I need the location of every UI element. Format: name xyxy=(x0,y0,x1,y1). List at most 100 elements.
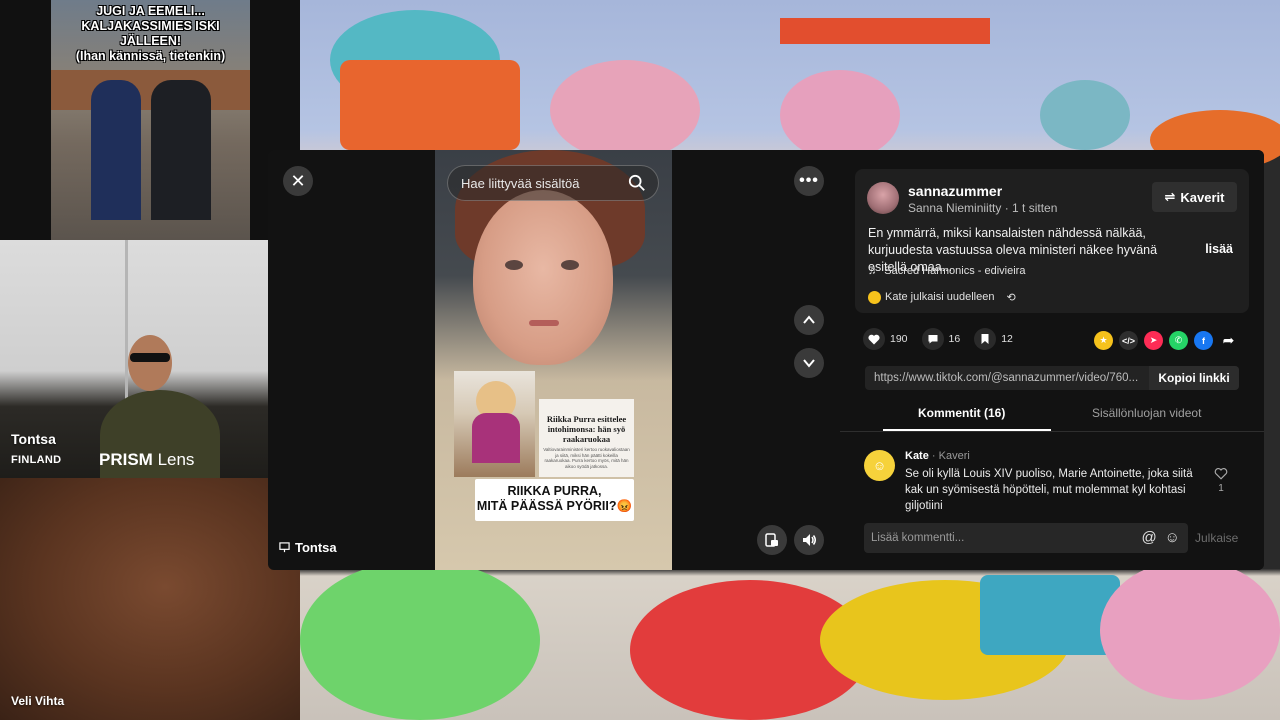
blue-jar xyxy=(980,575,1120,655)
active-tab-indicator xyxy=(883,429,1051,431)
whatsapp-icon[interactable]: ✆ xyxy=(1169,331,1188,350)
meme-caption: JUGI JA EEMELI... KALJAKASSIMIES ISKI JÄ… xyxy=(75,4,226,63)
comment-input-placeholder: Lisää kommentti... xyxy=(871,532,965,544)
close-icon: ✕ xyxy=(290,170,306,191)
webcam-tile: Tontsa FINLAND xyxy=(0,240,268,478)
comment-input[interactable]: Lisää kommentti... @ ☺ xyxy=(864,523,1188,553)
comment-like-count: 1 xyxy=(1218,483,1224,494)
music-title: Sacred Harmonics - edivieira xyxy=(884,265,1026,277)
copy-link-row: https://www.tiktok.com/@sannazummer/vide… xyxy=(865,366,1239,390)
user-subline: Sanna Nieminiitty · 1 t sitten xyxy=(908,201,1058,215)
repost-text: Kate julkaisi uudelleen xyxy=(885,291,995,303)
video-modal: ✕ Riikka Purra esittelee intohimonsa: hä… xyxy=(268,150,1264,570)
closeup-tile: Veli Vihta xyxy=(0,478,300,720)
comment-button[interactable]: 16 xyxy=(921,328,961,350)
video-banner: RIIKKA PURRA, MITÄ PÄÄSSÄ PYÖRII?😡 xyxy=(475,479,634,521)
pink-pig-3 xyxy=(1100,560,1280,700)
tab-creator-videos[interactable]: Sisällönluojan videot xyxy=(1092,406,1201,420)
like-button[interactable]: 190 xyxy=(863,328,908,350)
comment-author-line[interactable]: Kate · Kaveri xyxy=(905,450,970,462)
repost-icon: ⟲ xyxy=(1006,291,1016,304)
more-link[interactable]: lisää xyxy=(1205,242,1233,256)
embed-code-icon[interactable]: </> xyxy=(1119,331,1138,350)
chevron-down-icon xyxy=(803,359,815,368)
comment-author: Kate xyxy=(905,450,929,462)
orange-box xyxy=(340,60,520,150)
facebook-icon[interactable]: f xyxy=(1194,331,1213,350)
avatar[interactable] xyxy=(867,182,899,214)
music-row[interactable]: ♫ Sacred Harmonics - edivieira xyxy=(868,265,1025,277)
music-note-icon: ♫ xyxy=(868,265,877,277)
prism-lens-brand: PRISM Lens xyxy=(99,450,194,470)
send-to-friend-icon[interactable]: ➤ xyxy=(1144,331,1163,350)
search-icon[interactable] xyxy=(628,174,646,192)
inset-photo xyxy=(454,371,535,477)
related-search-input[interactable]: Hae liittyvää sisältöä xyxy=(447,165,659,201)
composer-icons: @ ☺ xyxy=(1141,529,1180,546)
article-body: Valtiovarainministeri kertoo ruokavalios… xyxy=(543,447,630,469)
swap-arrows-icon: ⇌ xyxy=(1164,189,1176,204)
repost-share-icon[interactable]: ★ xyxy=(1094,331,1113,350)
emoji-icon[interactable]: ☺ xyxy=(1165,529,1180,546)
more-icon: ••• xyxy=(799,172,819,189)
red-shelf xyxy=(780,18,990,44)
friends-label: Kaverit xyxy=(1180,189,1225,205)
comment-avatar[interactable]: ☺ xyxy=(864,450,895,481)
comment-count: 16 xyxy=(948,333,961,345)
video-mouth xyxy=(529,320,559,326)
comment-bubble-icon xyxy=(921,328,944,350)
more-options-button[interactable]: ••• xyxy=(794,166,824,196)
details-panel: sannazummer Sanna Nieminiitty · 1 t sitt… xyxy=(840,150,1264,570)
comment-author-tag: · Kaveri xyxy=(928,450,970,462)
publish-button[interactable]: Julkaise xyxy=(1195,531,1238,545)
tab-comments[interactable]: Kommentit (16) xyxy=(918,406,1005,420)
comment-like-button[interactable]: 1 xyxy=(1214,467,1228,494)
meme-tile: JUGI JA EEMELI... KALJAKASSIMIES ISKI JÄ… xyxy=(0,0,300,240)
description-card: sannazummer Sanna Nieminiitty · 1 t sitt… xyxy=(855,169,1249,313)
volume-icon xyxy=(803,534,816,546)
closeup-name: Veli Vihta xyxy=(11,694,65,708)
video-link-url[interactable]: https://www.tiktok.com/@sannazummer/vide… xyxy=(865,372,1149,384)
post-time: 1 t sitten xyxy=(1012,201,1058,215)
repost-avatar-icon xyxy=(868,290,881,304)
sunglasses xyxy=(130,353,170,362)
close-button[interactable]: ✕ xyxy=(283,166,313,196)
creator-label-text: Tontsa xyxy=(295,540,337,555)
share-icons: ★ </> ➤ ✆ f ➦ xyxy=(1094,331,1238,350)
save-count: 12 xyxy=(1001,333,1013,345)
mention-icon[interactable]: @ xyxy=(1141,529,1156,546)
bookmark-icon xyxy=(974,328,997,350)
comment-text: Se oli kyllä Louis XIV puoliso, Marie An… xyxy=(905,468,1193,512)
panel-tabs: Kommentit (16) Sisällönluojan videot xyxy=(840,402,1264,432)
monitor-icon xyxy=(279,542,290,553)
inset-person-shirt xyxy=(472,413,520,463)
like-count: 190 xyxy=(890,333,908,345)
video-face xyxy=(473,190,613,365)
heart-icon xyxy=(863,328,885,350)
pink-pig-1 xyxy=(550,60,700,160)
prism-rest: Lens xyxy=(152,450,195,469)
previous-video-button[interactable] xyxy=(794,305,824,335)
save-button[interactable]: 12 xyxy=(974,328,1013,350)
article-title: Riikka Purra esittelee intohimonsa: hän … xyxy=(546,414,627,444)
webcam-person-head xyxy=(128,335,172,391)
friends-button[interactable]: ⇌ Kaverit xyxy=(1152,182,1237,212)
door-frame xyxy=(125,240,128,400)
picture-in-picture-button[interactable] xyxy=(757,525,787,555)
share-arrow-icon[interactable]: ➦ xyxy=(1219,331,1238,350)
volume-button[interactable] xyxy=(794,525,824,555)
chevron-up-icon xyxy=(803,315,815,324)
meme-person-left xyxy=(91,80,141,220)
next-video-button[interactable] xyxy=(794,348,824,378)
pink-pig-2 xyxy=(780,70,900,160)
article-snippet: Riikka Purra esittelee intohimonsa: hän … xyxy=(539,399,634,477)
username[interactable]: sannazummer xyxy=(908,183,1002,199)
video-eye-right xyxy=(561,260,579,270)
desktop-stage: JUGI JA EEMELI... KALJAKASSIMIES ISKI JÄ… xyxy=(0,0,1280,720)
green-slime xyxy=(300,560,540,720)
repost-row: Kate julkaisi uudelleen ⟲ xyxy=(868,288,1016,306)
copy-link-button[interactable]: Kopioi linkki xyxy=(1149,366,1239,390)
video-eye-left xyxy=(505,260,523,270)
video-player[interactable]: Riikka Purra esittelee intohimonsa: hän … xyxy=(435,150,672,570)
display-name: Sanna Nieminiitty xyxy=(908,201,1002,215)
